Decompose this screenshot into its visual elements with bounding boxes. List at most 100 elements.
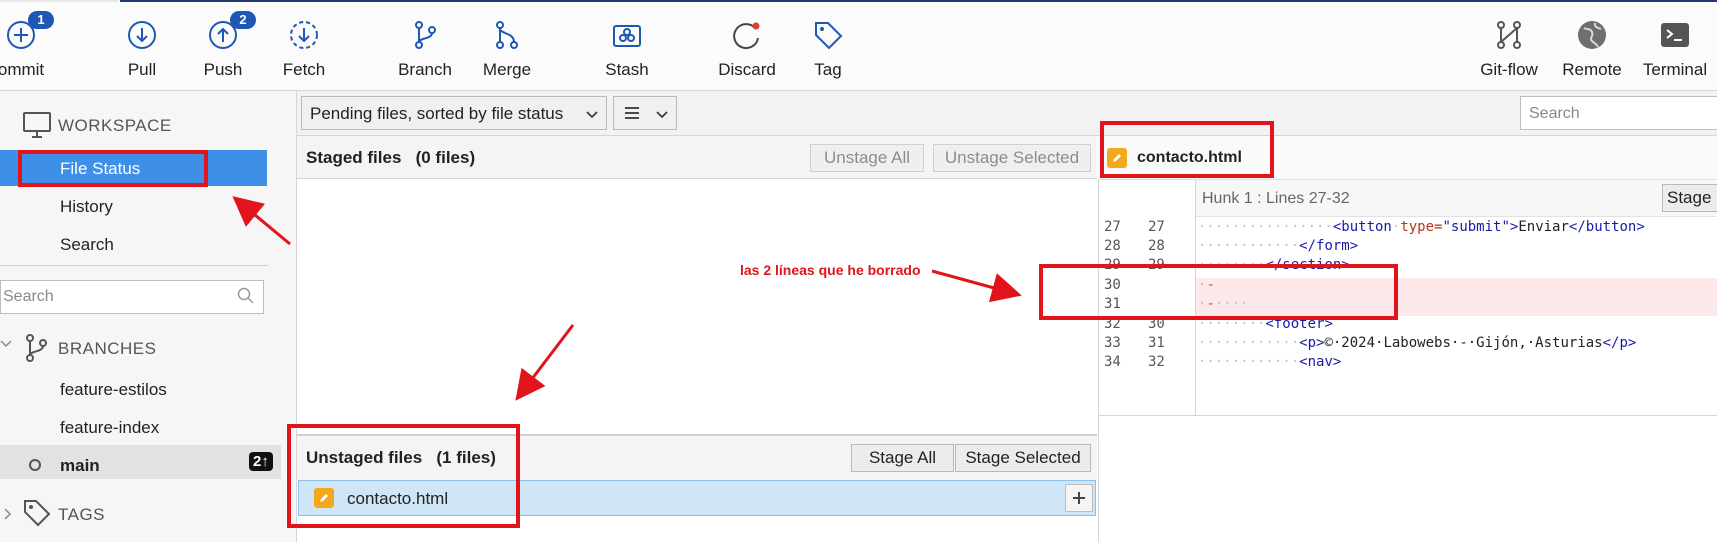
unstage-all-button[interactable]: Unstage All (810, 144, 924, 172)
push-icon: 2 (178, 10, 268, 60)
code-token: ©·2024·Labowebs·-·Gijón,·Asturias (1324, 335, 1603, 351)
stage-hunk-button[interactable]: Stage h (1662, 184, 1717, 212)
code-line-33: ············<p>©·2024·Labowebs·-·Gijón,·… (1198, 335, 1637, 351)
tags-icon (22, 498, 52, 533)
annotation-box-file-status (18, 150, 208, 187)
terminal-button[interactable]: Terminal (1630, 10, 1717, 80)
discard-label: Discard (718, 60, 776, 79)
code-token: <p> (1299, 335, 1325, 351)
branch-item-main-label: main (60, 456, 100, 475)
gitflow-icon (1464, 10, 1554, 60)
remote-label: Remote (1562, 60, 1622, 79)
fetch-button[interactable]: Fetch (259, 10, 349, 80)
stage-all-button[interactable]: Stage All (851, 444, 954, 472)
main-ahead-badge: 2↑ (249, 452, 273, 471)
view-mode-dropdown[interactable] (613, 96, 677, 130)
sort-dropdown[interactable]: Pending files, sorted by file status (301, 96, 607, 130)
branches-collapse-chevron-icon[interactable] (0, 337, 12, 355)
pull-label: Pull (127, 60, 157, 79)
push-button[interactable]: 2 Push (178, 10, 268, 80)
unstage-selected-button[interactable]: Unstage Selected (933, 144, 1091, 172)
staged-files-title: Staged files (0 files) (306, 148, 475, 168)
globe-icon (1547, 10, 1637, 60)
branch-icon (380, 10, 470, 60)
old-line-number: 28 (1104, 238, 1121, 254)
merge-button[interactable]: Merge (462, 10, 552, 80)
gitflow-button[interactable]: Git-flow (1464, 10, 1554, 80)
view-chevron-down-icon (656, 106, 668, 126)
push-label: Push (203, 60, 243, 79)
commit-button[interactable]: 1 ommit (0, 10, 66, 80)
merge-label: Merge (482, 60, 532, 79)
staged-count: (0 files) (415, 148, 476, 167)
file-search-placeholder: Search (1529, 105, 1580, 122)
code-token: "submit" (1442, 219, 1510, 235)
fetch-label: Fetch (282, 60, 326, 79)
window-tab-edge (0, 0, 118, 2)
window-title-line (120, 0, 1717, 2)
terminal-label: Terminal (1642, 60, 1708, 79)
tags-heading: TAGS (58, 505, 106, 524)
push-badge: 2 (230, 11, 256, 29)
stash-icon (582, 10, 672, 60)
sidebar-item-history[interactable]: History (60, 197, 113, 217)
gitflow-label: Git-flow (1480, 60, 1538, 79)
code-token: type= (1400, 219, 1443, 235)
new-line-number: 27 (1148, 219, 1165, 235)
tag-button[interactable]: Tag (783, 10, 873, 80)
staged-files-list (297, 179, 1097, 433)
sidebar-item-search[interactable]: Search (60, 235, 114, 255)
code-token: </form> (1299, 238, 1359, 254)
new-line-number: 32 (1148, 354, 1165, 370)
commit-icon: 1 (0, 10, 66, 60)
diff-bottom-line (1098, 415, 1717, 416)
code-line-28: ············</form> (1198, 238, 1359, 254)
pull-icon (97, 10, 187, 60)
current-branch-dot-icon (29, 459, 41, 471)
chevron-down-icon (586, 106, 598, 126)
stage-selected-button[interactable]: Stage Selected (955, 444, 1091, 472)
annotation-text: las 2 líneas que he borrado (740, 262, 921, 278)
old-line-number: 34 (1104, 354, 1121, 370)
stage-file-plus-icon[interactable] (1065, 484, 1093, 512)
new-line-number: 31 (1148, 335, 1165, 351)
branch-label: Branch (398, 60, 452, 79)
code-line-27: ················<button·type="submit">En… (1198, 219, 1645, 235)
old-line-number: 33 (1104, 335, 1121, 351)
file-search-input[interactable]: Search (1520, 96, 1717, 130)
hunk-title: Hunk 1 : Lines 27-32 (1202, 190, 1350, 207)
branch-item-main[interactable] (0, 445, 281, 479)
list-icon (624, 105, 640, 126)
stash-button[interactable]: Stash (582, 10, 672, 80)
sort-dropdown-label: Pending files, sorted by file status (310, 104, 564, 123)
discard-button[interactable]: Discard (702, 10, 792, 80)
terminal-icon (1630, 10, 1717, 60)
branches-icon (22, 333, 50, 368)
branch-item-feature-estilos[interactable]: feature-estilos (60, 380, 167, 400)
annotation-box-deleted-lines (1039, 264, 1398, 320)
branch-item-feature-index[interactable]: feature-index (60, 418, 159, 438)
code-line-34: ············<nav> (1198, 354, 1342, 370)
tag-label: Tag (814, 60, 842, 79)
sidebar-divider (0, 265, 268, 266)
pull-button[interactable]: Pull (97, 10, 187, 80)
code-token: </p> (1602, 335, 1637, 351)
branches-heading: BRANCHES (58, 339, 157, 358)
annotation-box-unstaged (287, 424, 520, 528)
code-token: </button> (1568, 219, 1645, 235)
code-token: <button (1332, 219, 1392, 235)
stash-label: Stash (605, 60, 649, 79)
commit-badge: 1 (28, 11, 54, 29)
code-token: <nav> (1299, 354, 1342, 370)
discard-icon (702, 10, 792, 60)
sidebar-search-input[interactable]: Search (0, 280, 264, 314)
commit-label: ommit (0, 60, 45, 79)
branch-button[interactable]: Branch (380, 10, 470, 80)
old-line-number: 27 (1104, 219, 1121, 235)
annotation-box-diff-file (1100, 121, 1274, 178)
monitor-icon (22, 111, 52, 144)
tag-icon (783, 10, 873, 60)
new-line-number: 28 (1148, 238, 1165, 254)
remote-button[interactable]: Remote (1547, 10, 1637, 80)
tags-expand-chevron-icon[interactable] (3, 507, 13, 525)
